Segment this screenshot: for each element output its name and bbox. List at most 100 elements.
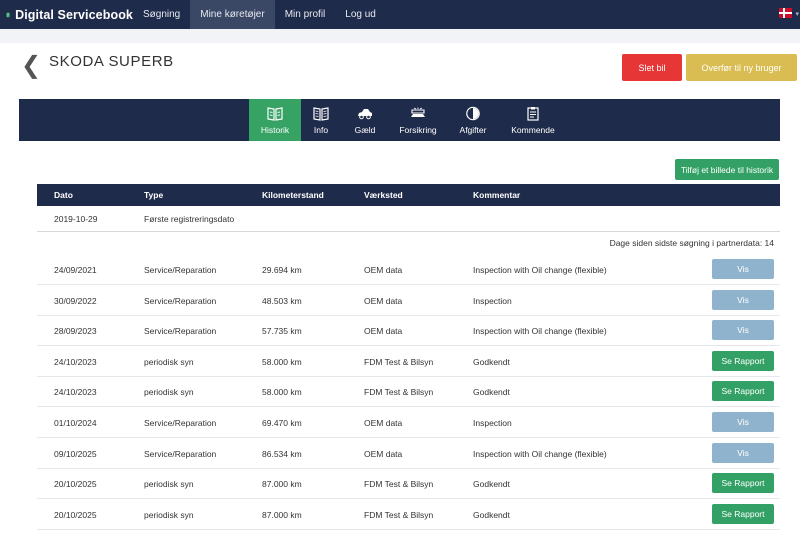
cell-km: 48.503 km: [262, 295, 302, 306]
cell-km: 58.000 km: [262, 356, 302, 367]
tab-label: Historik: [260, 124, 290, 135]
cell-workshop: OEM data: [364, 326, 403, 337]
car-crash-icon: [411, 107, 425, 117]
history-table-header: Dato Type Kilometerstand Værksted Kommen…: [37, 184, 780, 206]
cell-date: 24/09/2021: [54, 265, 97, 275]
nav-item-label: Min profil: [284, 9, 326, 20]
vehicle-tabbar: Historik Info Gæld Forsikring Afgifter K…: [19, 99, 780, 141]
cell-type: periodisk syn: [144, 479, 194, 490]
column-header: Kilometerstand: [262, 190, 324, 200]
see-report-button[interactable]: Se Rapport: [712, 473, 774, 494]
tab-afgifter[interactable]: Afgifter: [455, 99, 491, 141]
cell-comment: Inspection: [473, 418, 512, 428]
table-row: 24/09/2021 Service/Reparation 29.694 km OEM…: [37, 255, 780, 285]
cell-workshop: FDM Test & Bilsyn: [364, 479, 434, 490]
cell-comment: Inspection with Oil change (flexible): [473, 448, 607, 459]
delete-car-button[interactable]: Slet bil: [622, 54, 682, 81]
nav-item-label: Mine køretøjer: [200, 9, 265, 20]
cell-type: Service/Reparation: [144, 265, 217, 275]
column-header: Kommentar: [473, 190, 521, 200]
chevron-down-icon[interactable]: ▾: [795, 10, 799, 18]
cell-workshop: FDM Test & Bilsyn: [364, 387, 434, 398]
cell-km: 86.534 km: [262, 448, 302, 459]
transfer-to-user-button[interactable]: Overfør til ny bruger: [686, 54, 797, 81]
cell-date: 20/10/2025: [54, 479, 97, 490]
tab-historik[interactable]: Historik: [249, 99, 301, 141]
cell-km: 87.000 km: [262, 509, 302, 520]
brand-logo-icon: [6, 12, 10, 17]
view-button[interactable]: Vis: [712, 320, 774, 341]
tab-info[interactable]: Info: [305, 99, 337, 141]
table-row: 09/10/2025 Service/Reparation 86.534 km OEM…: [37, 439, 780, 469]
table-row: 24/10/2023 periodisk syn 58.000 km FDM Test…: [37, 377, 780, 408]
nav-item-soegning[interactable]: Søgning: [133, 0, 190, 29]
view-button[interactable]: Vis: [712, 442, 774, 463]
car-icon: [358, 108, 372, 119]
tab-label: Kommende: [511, 124, 555, 135]
cell-workshop: OEM data: [364, 448, 403, 459]
add-photo-to-history-button[interactable]: Tilføj et billede til historik: [675, 159, 779, 180]
cell-type: Service/Reparation: [144, 418, 217, 428]
view-button[interactable]: Vis: [712, 412, 774, 432]
open-book-icon: [313, 106, 329, 121]
tab-label: Info: [313, 124, 329, 135]
cell-date: 24/10/2023: [54, 387, 97, 398]
tab-gaeld[interactable]: Gæld: [347, 99, 383, 141]
table-row: 24/10/2023 periodisk syn 58.000 km FDM Test…: [37, 347, 780, 377]
nav-item-min-profil[interactable]: Min profil: [275, 0, 336, 29]
cell-km: 58.000 km: [262, 387, 302, 398]
cell-km: 87.000 km: [262, 479, 302, 490]
see-report-button[interactable]: Se Rapport: [712, 381, 774, 402]
coin-icon: [466, 106, 480, 120]
nav-item-label: Log ud: [345, 9, 376, 20]
top-navbar: Digital Servicebook Søgning Mine køretøj…: [0, 0, 800, 29]
partner-search-info: Dage siden sidste søgning i partnerdata:…: [609, 238, 774, 248]
page-title: SKODA SUPERB: [49, 53, 174, 70]
first-registration-type: Første registreringsdato: [144, 214, 235, 224]
cell-comment: Inspection: [473, 295, 512, 306]
table-row: 28/09/2023 Service/Reparation 57.735 km OEM…: [37, 316, 780, 347]
table-row: 01/10/2024 Service/Reparation 69.470 km OEM…: [37, 408, 780, 438]
brand-name: Digital Servicebook: [15, 7, 133, 22]
first-registration-date: 2019-10-29: [54, 214, 98, 224]
cell-type: periodisk syn: [144, 509, 194, 520]
cell-type: Service/Reparation: [144, 295, 217, 306]
cell-type: periodisk syn: [144, 387, 194, 398]
cell-date: 30/09/2022: [54, 295, 97, 306]
nav-item-log-ud[interactable]: Log ud: [335, 0, 386, 29]
tab-forsikring[interactable]: Forsikring: [395, 99, 441, 141]
back-chevron-icon[interactable]: ❮: [21, 52, 41, 78]
cell-comment: Inspection with Oil change (flexible): [473, 265, 607, 275]
cell-type: Service/Reparation: [144, 448, 217, 459]
cell-date: 20/10/2025: [54, 509, 97, 520]
column-header: Værksted: [364, 190, 403, 200]
table-row: 20/10/2025 periodisk syn 87.000 km FDM Test…: [37, 469, 780, 500]
cell-comment: Godkendt: [473, 509, 510, 520]
cell-workshop: FDM Test & Bilsyn: [364, 356, 434, 367]
danish-flag-icon[interactable]: [779, 8, 792, 18]
cell-km: 29.694 km: [262, 265, 302, 275]
table-row: 20/10/2025 periodisk syn 87.000 km FDM Test…: [37, 500, 780, 530]
cell-date: 01/10/2024: [54, 418, 97, 428]
tab-kommende[interactable]: Kommende: [509, 99, 557, 141]
column-header: Dato: [54, 190, 73, 200]
see-report-button[interactable]: Se Rapport: [712, 350, 774, 371]
view-button[interactable]: Vis: [712, 289, 774, 310]
cell-date: 28/09/2023: [54, 326, 97, 337]
see-report-button[interactable]: Se Rapport: [712, 503, 774, 524]
cell-date: 24/10/2023: [54, 356, 97, 367]
cell-comment: Godkendt: [473, 479, 510, 490]
book-icon: [267, 106, 283, 121]
tab-label: Gæld: [354, 124, 376, 135]
cell-date: 09/10/2025: [54, 448, 97, 459]
brand[interactable]: Digital Servicebook: [0, 0, 133, 29]
cell-comment: Godkendt: [473, 356, 510, 367]
cell-workshop: OEM data: [364, 418, 403, 428]
cell-km: 69.470 km: [262, 418, 302, 428]
cell-comment: Inspection with Oil change (flexible): [473, 326, 607, 337]
view-button[interactable]: Vis: [712, 259, 774, 279]
nav-item-mine-koeretoejer[interactable]: Mine køretøjer: [190, 0, 275, 29]
cell-workshop: FDM Test & Bilsyn: [364, 509, 434, 520]
column-header: Type: [144, 190, 164, 200]
cell-km: 57.735 km: [262, 326, 302, 337]
